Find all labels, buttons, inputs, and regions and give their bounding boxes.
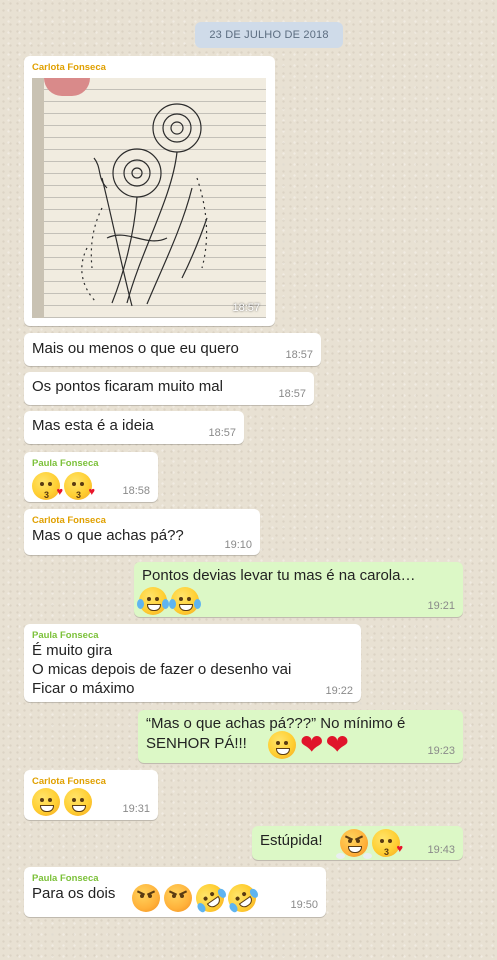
sender-name: Paula Fonseca bbox=[32, 630, 99, 641]
message-time: 19:23 bbox=[427, 745, 455, 757]
kissing-heart-icon: 3 ♥ bbox=[372, 829, 403, 857]
heart-icon: ❤ bbox=[325, 729, 349, 760]
message-image[interactable]: Carlota Fonseca 18:57 bbox=[24, 56, 275, 326]
grin-icon bbox=[64, 788, 92, 816]
message-text: Pontos devias levar tu mas é na carola… bbox=[142, 567, 416, 584]
message-bubble-outgoing[interactable]: “Mas o que achas pá???” No mínimo é SENH… bbox=[138, 710, 463, 763]
message-text: Os pontos ficaram muito mal bbox=[32, 378, 223, 395]
sender-name: Carlota Fonseca bbox=[32, 515, 106, 526]
message-time: 19:10 bbox=[224, 539, 252, 551]
message-bubble[interactable]: Os pontos ficaram muito mal 18:57 bbox=[24, 372, 314, 405]
sender-name: Paula Fonseca bbox=[32, 458, 99, 469]
sender-name: Carlota Fonseca bbox=[32, 776, 106, 787]
date-separator: 23 DE JULHO DE 2018 bbox=[195, 22, 343, 48]
message-text: Mais ou menos o que eu quero bbox=[32, 340, 239, 357]
message-time: 19:50 bbox=[290, 899, 318, 911]
message-bubble[interactable]: Paula Fonseca Para os dois 19:50 bbox=[24, 867, 326, 918]
message-time: 18:57 bbox=[232, 302, 260, 314]
message-text: Mas esta é a ideia bbox=[32, 417, 154, 434]
emoji-row bbox=[132, 878, 262, 918]
flower-drawing bbox=[81, 103, 208, 307]
message-time: 19:21 bbox=[427, 600, 455, 612]
emoji-row bbox=[137, 587, 203, 615]
message-bubble[interactable]: Carlota Fonseca Mas o que achas pá?? 19:… bbox=[24, 509, 260, 555]
rolling-laughing-icon bbox=[222, 878, 262, 918]
emoji-row: ❤❤ bbox=[268, 731, 351, 759]
emoji-row: 3 ♥ 3 ♥ bbox=[32, 472, 96, 500]
emoji-row bbox=[32, 788, 96, 816]
message-text-line: O micas depois de fazer o desenho vai bbox=[32, 661, 292, 678]
flower-sketch-image[interactable]: 18:57 bbox=[32, 78, 266, 318]
message-time: 18:57 bbox=[278, 388, 306, 400]
angry-icon bbox=[164, 884, 192, 912]
message-text-line: “Mas o que achas pá???” No mínimo é bbox=[146, 715, 406, 732]
sender-name: Carlota Fonseca bbox=[32, 62, 106, 73]
triumph-icon bbox=[336, 829, 372, 859]
message-text: Estúpida! bbox=[260, 832, 323, 849]
emoji-row: 3 ♥ bbox=[336, 829, 404, 859]
message-time: 18:57 bbox=[208, 427, 236, 439]
message-bubble[interactable]: Mas esta é a ideia 18:57 bbox=[24, 411, 244, 444]
heart-icon: ❤ bbox=[300, 729, 324, 760]
message-time: 19:43 bbox=[427, 844, 455, 856]
message-bubble-outgoing[interactable]: Pontos devias levar tu mas é na carola… … bbox=[134, 562, 463, 617]
message-time: 19:31 bbox=[122, 803, 150, 815]
message-bubble[interactable]: Mais ou menos o que eu quero 18:57 bbox=[24, 333, 321, 366]
message-text: Mas o que achas pá?? bbox=[32, 527, 184, 544]
message-time: 18:58 bbox=[122, 485, 150, 497]
message-bubble[interactable]: Paula Fonseca É muito gira O micas depoi… bbox=[24, 624, 361, 702]
message-bubble-outgoing[interactable]: Estúpida! 3 ♥ 19:43 bbox=[252, 826, 463, 860]
message-text-line: Ficar o máximo bbox=[32, 680, 135, 697]
message-time: 18:57 bbox=[285, 349, 313, 361]
message-text-line: SENHOR PÁ!!! bbox=[146, 735, 247, 752]
message-time: 19:22 bbox=[325, 685, 353, 697]
tears-of-joy-icon bbox=[169, 587, 201, 615]
angry-icon bbox=[132, 884, 160, 912]
grin-icon bbox=[32, 788, 60, 816]
tears-of-joy-icon bbox=[137, 587, 169, 615]
message-text: Para os dois bbox=[32, 885, 116, 902]
rolling-laughing-icon bbox=[190, 878, 230, 918]
grin-icon bbox=[268, 731, 296, 759]
message-bubble[interactable]: Paula Fonseca 3 ♥ 3 ♥ 18:58 bbox=[24, 452, 158, 502]
sender-name: Paula Fonseca bbox=[32, 873, 99, 884]
kissing-heart-icon: 3 ♥ bbox=[32, 472, 63, 500]
message-bubble[interactable]: Carlota Fonseca 19:31 bbox=[24, 770, 158, 820]
message-text-line: É muito gira bbox=[32, 642, 113, 659]
kissing-heart-icon: 3 ♥ bbox=[64, 472, 95, 500]
